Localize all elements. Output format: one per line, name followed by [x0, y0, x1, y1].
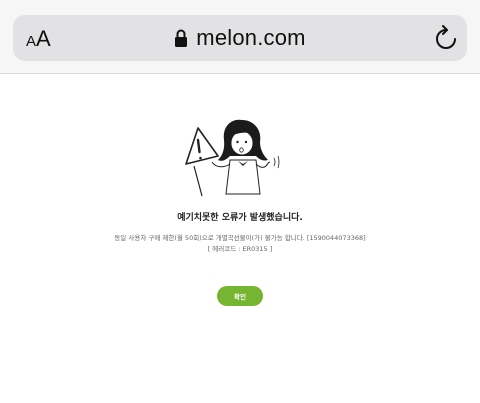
girl-character	[211, 119, 280, 195]
error-code: [ 에러코드 : ER0315 ]	[207, 245, 273, 253]
confirm-button[interactable]: 확인	[217, 286, 263, 306]
error-message: 동일 사용자 구매 제한(월 50회)으로 개별곡선물이(가) 불가능 합니다.…	[0, 233, 480, 255]
error-detail-text: 동일 사용자 구매 제한(월 50회)으로 개별곡선물이(가) 불가능 합니다.…	[114, 234, 366, 242]
url-text: melon.com	[196, 25, 306, 50]
url-display[interactable]: melon.com	[13, 25, 467, 51]
reload-icon[interactable]	[434, 25, 458, 51]
error-illustration	[185, 119, 280, 197]
warning-sign-icon	[185, 127, 219, 197]
error-title: 예기치못한 오류가 발생했습니다.	[177, 213, 303, 223]
browser-top-bar: AA melon.com	[0, 0, 480, 74]
address-bar[interactable]: AA melon.com	[13, 15, 467, 61]
lock-icon	[175, 29, 188, 47]
